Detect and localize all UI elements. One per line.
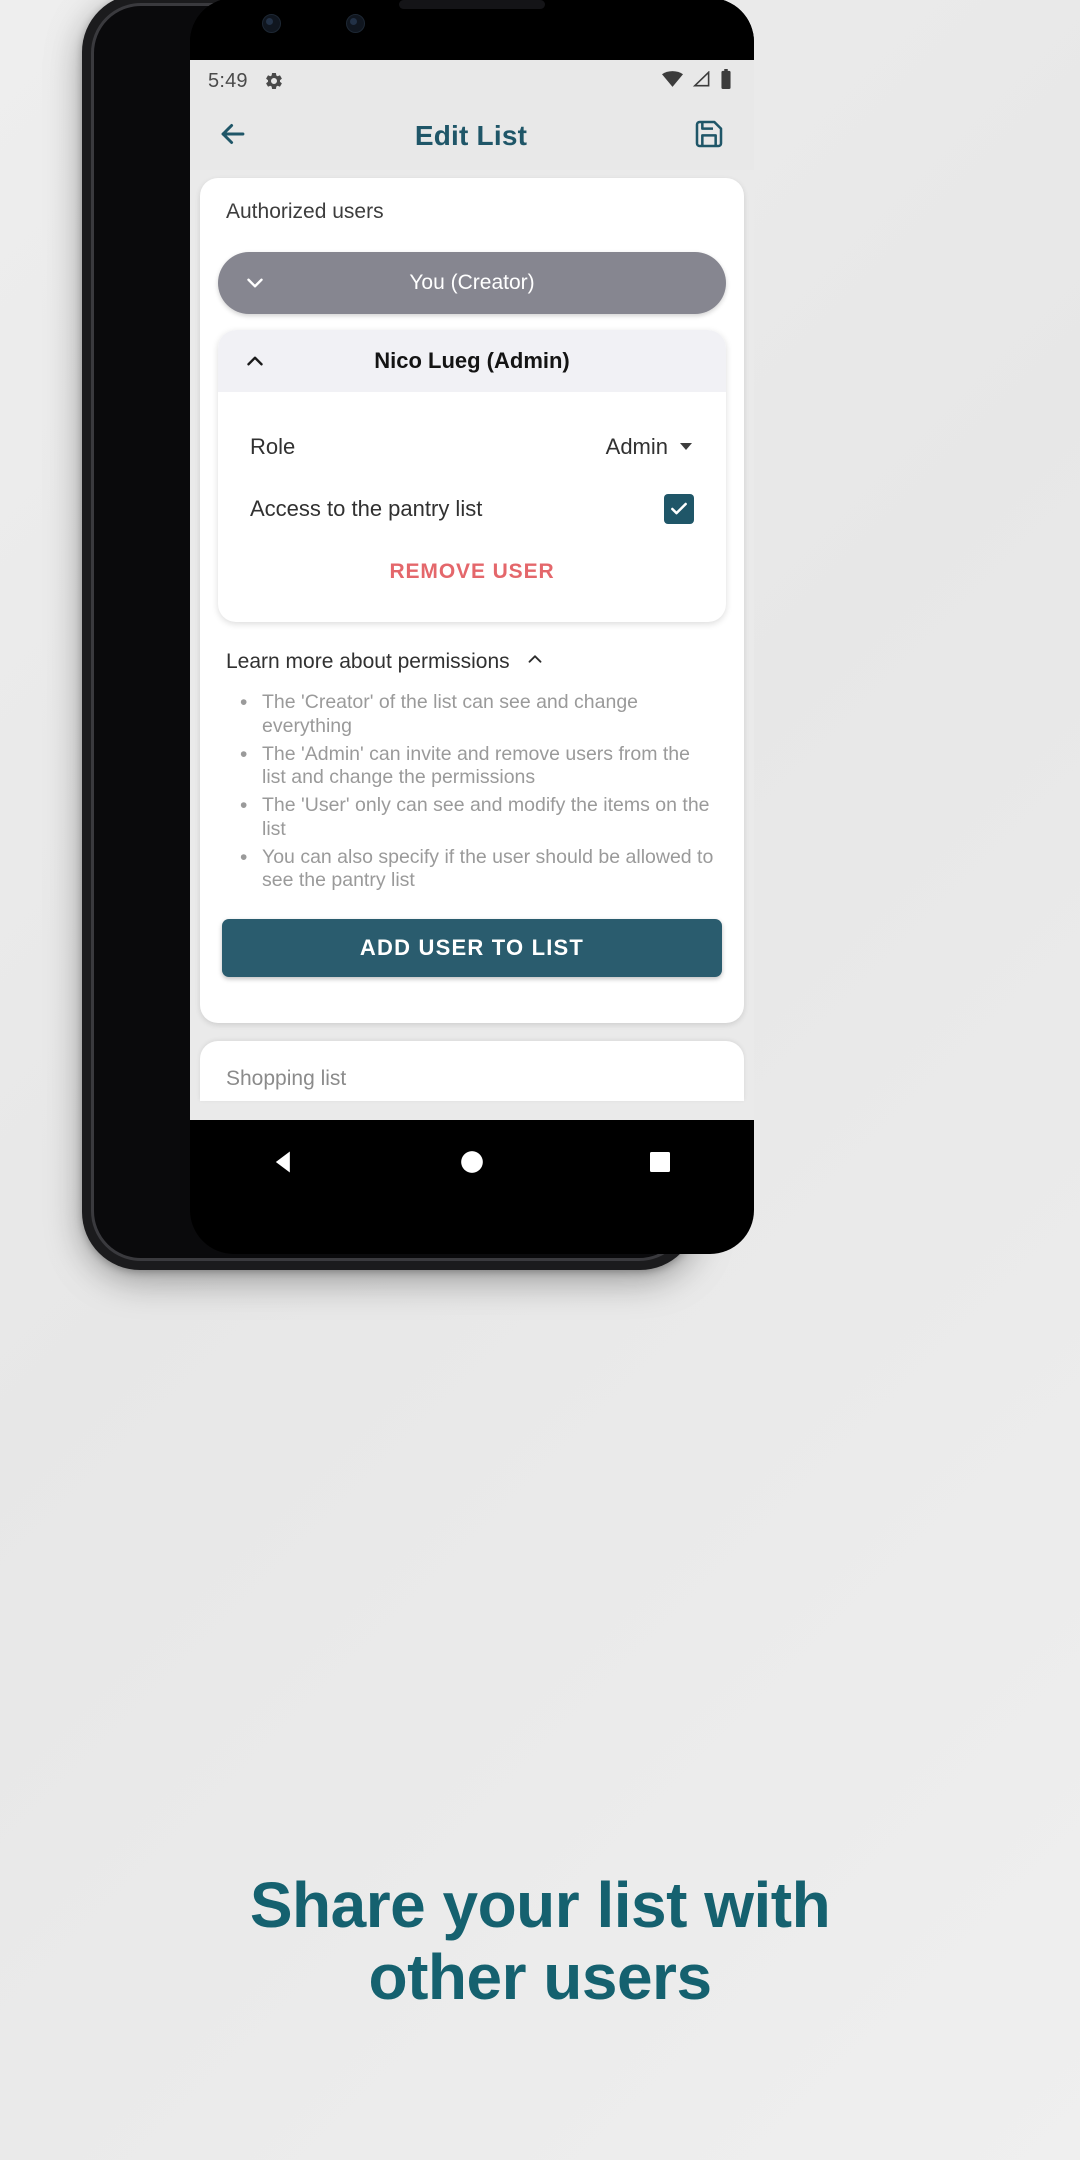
learn-more-title: Learn more about permissions — [226, 649, 510, 673]
shopping-list-card[interactable]: Shopping list — [200, 1041, 744, 1102]
scroll-content[interactable]: Authorized users You (Creator) Nico Lueg… — [190, 170, 754, 1120]
save-button[interactable] — [686, 113, 732, 159]
user-row-member-expanded: Nico Lueg (Admin) Role Admin Access to t… — [218, 330, 726, 622]
phone-device-frame: 5:49 Edit List Authorized users You (Cre… — [82, 0, 754, 1270]
signal-icon — [692, 69, 711, 92]
status-bar: 5:49 — [190, 60, 754, 102]
role-dropdown[interactable]: Admin — [606, 434, 694, 460]
front-sensor-icon — [346, 14, 365, 33]
list-item: You can also specify if the user should … — [234, 845, 718, 894]
role-dropdown-value: Admin — [605, 434, 668, 459]
remove-user-button[interactable]: REMOVE USER — [389, 560, 554, 584]
learn-more-toggle[interactable]: Learn more about permissions — [226, 648, 718, 675]
save-disk-icon — [693, 118, 725, 155]
status-bar-time: 5:49 — [208, 69, 248, 92]
chevron-up-icon[interactable] — [524, 648, 546, 675]
permissions-bullet-list: The 'Creator' of the list can see and ch… — [226, 690, 718, 894]
role-row: Role Admin — [218, 416, 726, 478]
battery-icon — [720, 68, 732, 94]
screenshot-root: 5:49 Edit List Authorized users You (Cre… — [0, 0, 1080, 2160]
system-nav-bar — [190, 1120, 754, 1204]
promo-caption-line1: Share your list with — [249, 1869, 831, 1941]
promo-caption: Share your list with other users — [0, 1869, 1080, 2013]
earpiece-speaker-icon — [399, 0, 545, 9]
app-viewport: 5:49 Edit List Authorized users You (Cre… — [190, 60, 754, 1204]
app-bar: Edit List — [190, 102, 754, 170]
user-row-creator[interactable]: You (Creator) — [218, 252, 726, 314]
authorized-users-label: Authorized users — [226, 200, 384, 223]
remove-user-row: REMOVE USER — [218, 540, 726, 610]
member-header[interactable]: Nico Lueg (Admin) — [218, 330, 726, 392]
chevron-up-icon[interactable] — [240, 346, 270, 376]
page-title: Edit List — [414, 120, 528, 151]
dropdown-caret-icon — [678, 434, 694, 460]
pantry-access-row: Access to the pantry list — [218, 478, 726, 540]
authorized-users-card: Authorized users You (Creator) Nico Lueg… — [200, 178, 744, 1024]
pantry-access-label: Access to the pantry list — [250, 496, 483, 521]
nav-recents-square-icon[interactable] — [625, 1127, 695, 1197]
role-label: Role — [250, 434, 296, 459]
add-user-to-list-button[interactable]: ADD USER TO LIST — [222, 919, 722, 978]
gear-icon — [264, 71, 284, 91]
user-name-creator: You (Creator) — [409, 271, 535, 294]
arrow-left-icon — [216, 117, 250, 156]
status-bar-icons — [662, 68, 732, 94]
screen-notch-area — [190, 0, 754, 60]
learn-more-section: Learn more about permissions The 'Creato… — [200, 622, 744, 893]
list-item: The 'Admin' can invite and remove users … — [234, 742, 718, 791]
user-name-member: Nico Lueg (Admin) — [374, 348, 570, 373]
member-details: Role Admin Access to the pantry list REM… — [218, 392, 726, 622]
promo-caption-line2: other users — [368, 1940, 712, 2013]
back-button[interactable] — [210, 113, 256, 159]
pantry-access-checkbox[interactable] — [664, 494, 694, 524]
wifi-icon — [662, 70, 683, 92]
list-item: The 'User' only can see and modify the i… — [234, 793, 718, 842]
nav-back-triangle-icon[interactable] — [249, 1127, 319, 1197]
chevron-down-icon[interactable] — [240, 268, 270, 298]
front-camera-icon — [262, 14, 281, 33]
list-item: The 'Creator' of the list can see and ch… — [234, 690, 718, 739]
add-user-section: ADD USER TO LIST — [200, 897, 744, 1001]
nav-home-circle-icon[interactable] — [437, 1127, 507, 1197]
shopping-list-label: Shopping list — [226, 1067, 347, 1091]
phone-screen: 5:49 Edit List Authorized users You (Cre… — [190, 0, 754, 1254]
